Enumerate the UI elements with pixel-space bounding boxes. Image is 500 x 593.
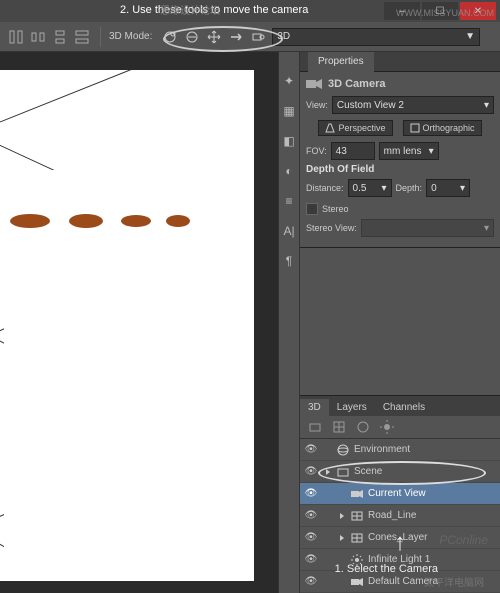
expand-arrow-icon[interactable]	[326, 469, 330, 475]
layer-name: Current View	[368, 488, 426, 499]
visibility-toggle[interactable]: 👁	[304, 510, 318, 521]
pan-camera-tool[interactable]	[204, 27, 224, 47]
mesh-icon	[350, 510, 364, 522]
3d-mode-tools	[160, 27, 268, 47]
filter-scene-icon[interactable]	[308, 420, 322, 434]
camera-icon	[306, 78, 322, 90]
options-bar: 3D Mode: 3D▼	[0, 22, 500, 52]
history-panel-icon[interactable]: ≡	[280, 192, 298, 210]
visibility-toggle[interactable]: 👁	[304, 488, 318, 499]
orthographic-toggle[interactable]: Orthographic	[403, 120, 482, 136]
layer-row-road-line[interactable]: 👁 Road_Line	[300, 505, 500, 527]
dof-heading: Depth Of Field	[306, 164, 494, 175]
paragraph-panel-icon[interactable]: ¶	[280, 252, 298, 270]
swatches-panel-icon[interactable]: ▦	[280, 102, 298, 120]
layer-name: Default Camera	[368, 576, 438, 587]
stereo-view-dropdown[interactable]: ▾	[361, 219, 494, 237]
align-tool-2[interactable]	[28, 27, 48, 47]
fov-label: FOV:	[306, 146, 327, 156]
perspective-toggle[interactable]: Perspective	[318, 120, 392, 136]
layer-name: Scene	[354, 466, 382, 477]
annotation-top: 2. Use these tools to move the camera	[120, 4, 308, 16]
properties-title: 3D Camera	[328, 78, 385, 90]
mode-label: 3D Mode:	[109, 31, 152, 42]
camera-icon	[350, 489, 364, 499]
layer-row-scene[interactable]: 👁 Scene	[300, 461, 500, 483]
roll-camera-tool[interactable]	[182, 27, 202, 47]
env-icon	[336, 444, 350, 456]
visibility-toggle[interactable]: 👁	[304, 576, 318, 587]
zoom-camera-tool[interactable]	[248, 27, 268, 47]
annotation-bottom: 1. Select the Camera	[335, 563, 438, 575]
orbit-camera-tool[interactable]	[160, 27, 180, 47]
camera-icon	[350, 577, 364, 587]
align-tool-1[interactable]	[6, 27, 26, 47]
vertical-toolbar: ✦ ▦ ◧ ◐ ≡ A| ¶	[278, 52, 300, 593]
filter-light-icon[interactable]	[380, 420, 394, 434]
properties-header: Properties	[300, 52, 500, 72]
scene-icon	[336, 466, 350, 478]
close-button[interactable]: ✕	[460, 2, 496, 20]
maximize-button[interactable]: ☐	[422, 2, 458, 20]
mesh-icon	[350, 532, 364, 544]
distance-input[interactable]: 0.5▾	[348, 179, 392, 197]
expand-arrow-icon[interactable]	[340, 535, 344, 541]
depth-input[interactable]: 0▾	[426, 179, 470, 197]
fov-units-dropdown[interactable]: mm lens▾	[379, 142, 439, 160]
visibility-toggle[interactable]: 👁	[304, 444, 318, 455]
layer-name: Road_Line	[368, 510, 416, 521]
align-tool-3[interactable]	[50, 27, 70, 47]
visibility-toggle[interactable]: 👁	[304, 554, 318, 565]
layer-row-environment[interactable]: 👁 Environment	[300, 439, 500, 461]
visibility-toggle[interactable]: 👁	[304, 532, 318, 543]
layer-row-current-view[interactable]: 👁 Current View	[300, 483, 500, 505]
fov-input[interactable]: 43	[331, 142, 375, 160]
layer-row-cones-layer[interactable]: 👁 Cones_Layer	[300, 527, 500, 549]
walk-camera-tool[interactable]	[226, 27, 246, 47]
stereo-view-label: Stereo View:	[306, 223, 357, 233]
styles-panel-icon[interactable]: ◧	[280, 132, 298, 150]
filter-mesh-icon[interactable]	[332, 420, 346, 434]
layer-name: Cones_Layer	[368, 532, 427, 543]
properties-tab[interactable]: Properties	[308, 52, 374, 72]
separator	[100, 27, 101, 47]
distance-label: Distance:	[306, 183, 344, 193]
expand-arrow-icon[interactable]	[340, 513, 344, 519]
filter-material-icon[interactable]	[356, 420, 370, 434]
minimize-button[interactable]: –	[384, 2, 420, 20]
canvas[interactable]	[0, 52, 278, 593]
align-tool-4[interactable]	[72, 27, 92, 47]
properties-panel: 3D Camera View: Custom View 2▾ Perspecti…	[300, 72, 500, 248]
tab-layers[interactable]: Layers	[329, 399, 375, 416]
tab-channels[interactable]: Channels	[375, 399, 433, 416]
tab-3d[interactable]: 3D	[300, 399, 329, 416]
stereo-checkbox[interactable]	[306, 203, 318, 215]
stereo-label: Stereo	[322, 204, 349, 214]
brush-panel-icon[interactable]: ✦	[280, 72, 298, 90]
layer-name: Environment	[354, 444, 410, 455]
visibility-toggle[interactable]: 👁	[304, 466, 318, 477]
type-panel-icon[interactable]: A|	[280, 222, 298, 240]
view-dropdown[interactable]: Custom View 2▾	[332, 96, 494, 114]
depth-label: Depth:	[396, 183, 423, 193]
workspace-select[interactable]: 3D▼	[272, 28, 480, 46]
adjustments-panel-icon[interactable]: ◐	[280, 162, 298, 180]
view-label: View:	[306, 100, 328, 110]
